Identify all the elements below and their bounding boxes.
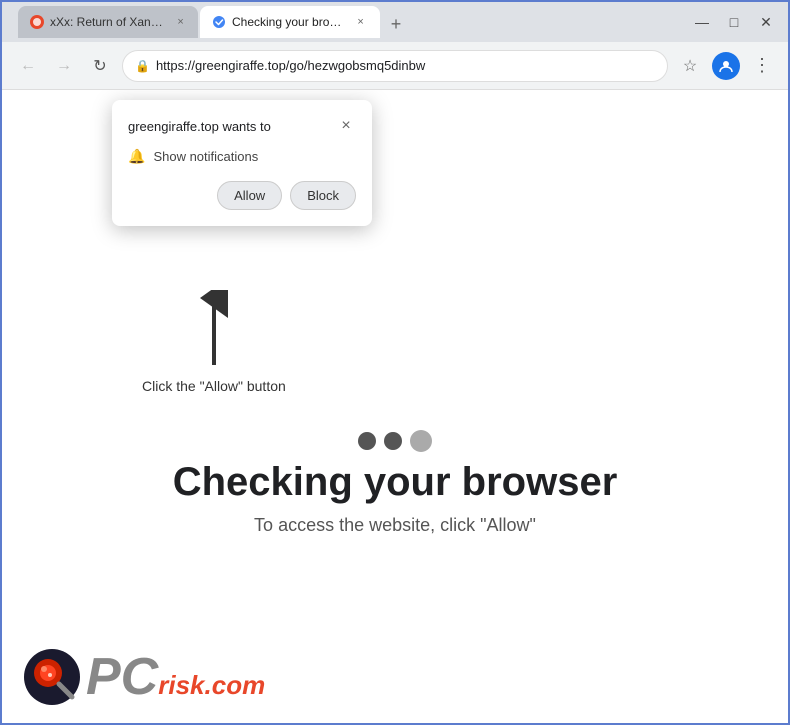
- block-button[interactable]: Block: [290, 181, 356, 210]
- loading-dots: [358, 430, 432, 452]
- click-instruction: Click the "Allow" button: [142, 378, 286, 394]
- close-window-button[interactable]: ✕: [752, 8, 780, 36]
- sub-heading: To access the website, click "Allow": [254, 515, 536, 536]
- minimize-button[interactable]: —: [688, 8, 716, 36]
- menu-button[interactable]: ⋮: [748, 52, 776, 80]
- maximize-button[interactable]: □: [720, 8, 748, 36]
- dot-1: [358, 432, 376, 450]
- tab2-favicon: [212, 15, 226, 29]
- address-input[interactable]: 🔒 https://greengiraffe.top/go/hezwgobsmq…: [122, 50, 668, 82]
- title-bar: xXx: Return of Xander Cage : 12 × Checki…: [2, 2, 788, 42]
- notification-popup: greengiraffe.top wants to × 🔔 Show notif…: [112, 100, 372, 226]
- popup-header: greengiraffe.top wants to ×: [128, 116, 356, 136]
- main-heading: Checking your browser: [173, 460, 618, 505]
- pcrisk-text: PC risk.com: [86, 651, 265, 703]
- tabs-area: xXx: Return of Xander Cage : 12 × Checki…: [18, 6, 684, 38]
- allow-button[interactable]: Allow: [217, 181, 282, 210]
- permission-text: Show notifications: [153, 149, 258, 164]
- risk-label: risk.com: [158, 670, 265, 701]
- arrow-area: Click the "Allow" button: [142, 290, 286, 394]
- back-button[interactable]: ←: [14, 52, 42, 80]
- tab-2[interactable]: Checking your browser ×: [200, 6, 380, 38]
- dot-2: [384, 432, 402, 450]
- popup-title: greengiraffe.top wants to: [128, 119, 271, 134]
- dot-3: [410, 430, 432, 452]
- profile-button[interactable]: [712, 52, 740, 80]
- tab1-close-button[interactable]: ×: [175, 14, 186, 30]
- address-bar: ← → ↻ 🔒 https://greengiraffe.top/go/hezw…: [2, 42, 788, 90]
- pcrisk-logo: PC risk.com: [22, 647, 265, 707]
- popup-buttons: Allow Block: [128, 181, 356, 210]
- window-controls: — □ ✕: [688, 8, 780, 36]
- url-text: https://greengiraffe.top/go/hezwgobsmq5d…: [156, 58, 655, 73]
- arrow-up-icon: [189, 290, 239, 370]
- tab1-favicon: [30, 15, 44, 29]
- tab2-title: Checking your browser: [232, 15, 345, 29]
- bookmark-button[interactable]: ☆: [676, 52, 704, 80]
- popup-permission: 🔔 Show notifications: [128, 148, 356, 165]
- tab-1[interactable]: xXx: Return of Xander Cage : 12 ×: [18, 6, 198, 38]
- lock-icon: 🔒: [135, 59, 150, 73]
- popup-close-button[interactable]: ×: [336, 116, 356, 136]
- pc-label: PC: [86, 651, 158, 703]
- bell-icon: 🔔: [128, 148, 145, 165]
- tab1-title: xXx: Return of Xander Cage : 12: [50, 15, 167, 29]
- new-tab-button[interactable]: +: [382, 10, 410, 38]
- page-content: greengiraffe.top wants to × 🔔 Show notif…: [2, 90, 788, 723]
- pcrisk-icon: [22, 647, 82, 707]
- refresh-button[interactable]: ↻: [86, 52, 114, 80]
- tab2-close-button[interactable]: ×: [353, 14, 368, 30]
- browser-window: xXx: Return of Xander Cage : 12 × Checki…: [0, 0, 790, 725]
- forward-button[interactable]: →: [50, 52, 78, 80]
